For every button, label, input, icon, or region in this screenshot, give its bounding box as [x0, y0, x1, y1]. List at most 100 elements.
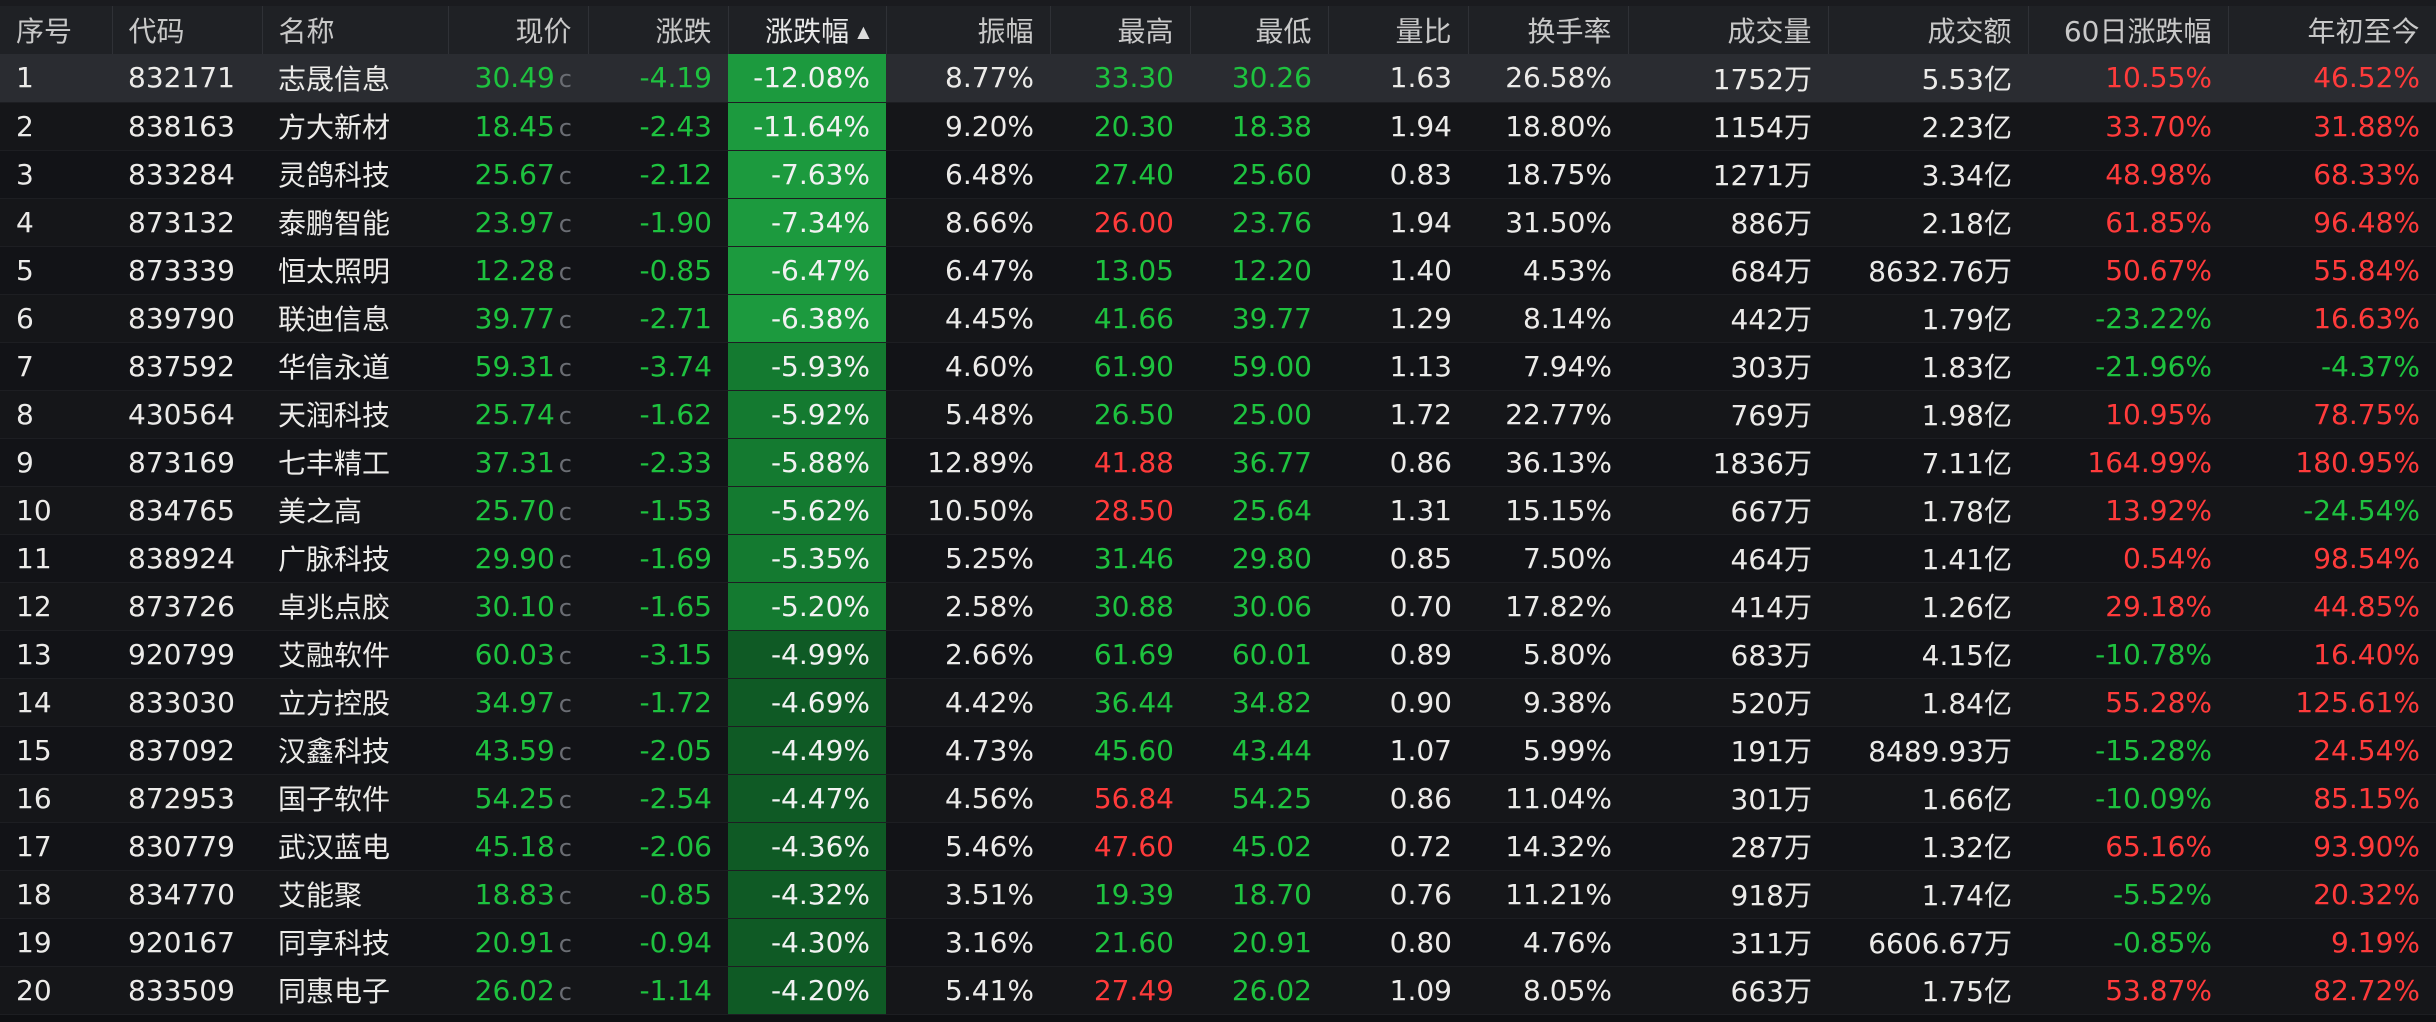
cell-volume-ratio-value: 0.72 — [1389, 829, 1452, 863]
cell-amplitude: 5.46% — [886, 822, 1050, 871]
column-header-change-pct[interactable]: 涨跌幅 ▲ — [728, 6, 887, 54]
cell-change-pct-value: -6.47% — [770, 253, 870, 287]
cell-change-value: -0.94 — [639, 925, 712, 959]
cell-low: 30.06 — [1190, 582, 1328, 631]
cell-code-value: 872953 — [128, 781, 235, 815]
cell-change-pct-value: -4.47% — [770, 781, 870, 815]
cell-high: 19.39 — [1050, 870, 1190, 919]
cell-code: 833030 — [112, 678, 262, 727]
table-row[interactable]: 19 920167 同享科技 20.91 c -0.94 -4.30% 3.16% 21.60 2… — [0, 918, 2436, 967]
price-suffix-mark: c — [558, 689, 572, 718]
column-header-ytd[interactable]: 年初至今 — [2228, 6, 2436, 54]
cell-change-pct-value: -4.49% — [770, 733, 870, 767]
cell-volume-ratio: 0.76 — [1328, 870, 1468, 919]
cell-amount-value: 6606.67万 — [1868, 927, 2012, 960]
cell-code-value: 873169 — [128, 445, 235, 479]
cell-change-value: -1.69 — [639, 541, 712, 575]
cell-code-value: 834765 — [128, 493, 235, 527]
price-suffix-mark: c — [558, 401, 572, 430]
cell-amplitude: 9.20% — [886, 102, 1050, 151]
cell-index: 14 — [0, 678, 112, 727]
cell-change-pct-value: -4.30% — [770, 925, 870, 959]
cell-60d-change-value: 50.67% — [2105, 253, 2212, 287]
table-row[interactable]: 18 834770 艾能聚 18.83 c -0.85 -4.32% 3.51% 19.39 18… — [0, 870, 2436, 919]
table-row[interactable]: 20 833509 同惠电子 26.02 c -1.14 -4.20% 5.41% 27.49 2… — [0, 966, 2436, 1015]
table-row[interactable]: 15 837092 汉鑫科技 43.59 c -2.05 -4.49% 4.73% 45.60 4… — [0, 726, 2436, 775]
table-row[interactable]: 13 920799 艾融软件 60.03 c -3.15 -4.99% 2.66% 61.69 6… — [0, 630, 2436, 679]
column-header-volume-ratio[interactable]: 量比 — [1328, 6, 1469, 54]
column-header-name[interactable]: 名称 — [262, 6, 449, 54]
cell-index-value: 11 — [16, 541, 52, 575]
column-header-amount[interactable]: 成交额 — [1828, 6, 2029, 54]
cell-change-pct: -4.47% — [728, 774, 886, 823]
cell-change-pct-value: -7.34% — [770, 205, 870, 239]
cell-name: 同惠电子 — [262, 966, 448, 1015]
table-row[interactable]: 7 837592 华信永道 59.31 c -3.74 -5.93% 4.60% 61.90 59… — [0, 342, 2436, 391]
table-row[interactable]: 10 834765 美之高 25.70 c -1.53 -5.62% 10.50% 28.50 2… — [0, 486, 2436, 535]
table-row[interactable]: 11 838924 广脉科技 29.90 c -1.69 -5.35% 5.25% 31.46 2… — [0, 534, 2436, 583]
cell-low-value: 29.80 — [1231, 541, 1312, 575]
column-header-low[interactable]: 最低 — [1190, 6, 1329, 54]
cell-change: -1.14 — [588, 966, 728, 1015]
cell-volume-value: 918万 — [1730, 879, 1812, 912]
cell-name: 泰鹏智能 — [262, 198, 448, 247]
cell-low-value: 45.02 — [1231, 829, 1312, 863]
cell-name-value: 武汉蓝电 — [278, 831, 391, 864]
cell-change: -2.71 — [588, 294, 728, 343]
cell-index: 13 — [0, 630, 112, 679]
table-row[interactable]: 1 832171 志晟信息 30.49 c -4.19 -12.08% 8.77% 33.30 3… — [0, 54, 2436, 103]
cell-volume-ratio: 0.70 — [1328, 582, 1468, 631]
table-row[interactable]: 9 873169 七丰精工 37.31 c -2.33 -5.88% 12.89% 41.88 3… — [0, 438, 2436, 487]
cell-low: 23.76 — [1190, 198, 1328, 247]
cell-turnover-value: 8.05% — [1523, 973, 1612, 1007]
table-row[interactable]: 14 833030 立方控股 34.97 c -1.72 -4.69% 4.42% 36.44 3… — [0, 678, 2436, 727]
column-header-60d-change[interactable]: 60日涨跌幅 — [2028, 6, 2229, 54]
cell-amplitude-value: 4.60% — [945, 349, 1034, 383]
column-header-index[interactable]: 序号 — [0, 6, 113, 54]
cell-volume-ratio: 1.29 — [1328, 294, 1468, 343]
cell-amount: 8489.93万 — [1828, 726, 2028, 775]
table-row[interactable]: 3 833284 灵鸽科技 25.67 c -2.12 -7.63% 6.48% 27.40 25… — [0, 150, 2436, 199]
cell-high: 30.88 — [1050, 582, 1190, 631]
table-row[interactable]: 8 430564 天润科技 25.74 c -1.62 -5.92% 5.48% 26.50 25… — [0, 390, 2436, 439]
cell-volume-ratio: 0.80 — [1328, 918, 1468, 967]
cell-high-value: 28.50 — [1093, 493, 1174, 527]
cell-low: 34.82 — [1190, 678, 1328, 727]
cell-low: 45.02 — [1190, 822, 1328, 871]
cell-60d-change-value: 55.28% — [2105, 685, 2212, 719]
cell-volume-ratio-value: 1.09 — [1389, 973, 1452, 1007]
cell-change-value: -1.53 — [639, 493, 712, 527]
cell-volume-ratio-value: 1.13 — [1389, 349, 1452, 383]
column-header-turnover[interactable]: 换手率 — [1468, 6, 1629, 54]
cell-code: 834765 — [112, 486, 262, 535]
cell-high-value: 36.44 — [1093, 685, 1174, 719]
cell-low: 54.25 — [1190, 774, 1328, 823]
cell-ytd: -4.37% — [2228, 342, 2436, 391]
price-suffix-mark: c — [558, 113, 572, 142]
cell-turnover: 31.50% — [1468, 198, 1628, 247]
column-header-change[interactable]: 涨跌 — [588, 6, 729, 54]
table-row[interactable]: 4 873132 泰鹏智能 23.97 c -1.90 -7.34% 8.66% 26.00 23… — [0, 198, 2436, 247]
cell-ytd: 180.95% — [2228, 438, 2436, 487]
cell-60d-change-value: 65.16% — [2105, 829, 2212, 863]
column-header-volume[interactable]: 成交量 — [1628, 6, 1829, 54]
column-header-amplitude[interactable]: 振幅 — [886, 6, 1051, 54]
cell-volume-ratio: 1.72 — [1328, 390, 1468, 439]
table-row[interactable]: 16 872953 国子软件 54.25 c -2.54 -4.47% 4.56% 56.84 5… — [0, 774, 2436, 823]
column-header-price[interactable]: 现价 — [448, 6, 589, 54]
table-row[interactable]: 17 830779 武汉蓝电 45.18 c -2.06 -4.36% 5.46% 47.60 4… — [0, 822, 2436, 871]
column-header-high[interactable]: 最高 — [1050, 6, 1191, 54]
table-row[interactable]: 5 873339 恒太照明 12.28 c -0.85 -6.47% 6.47% 13.05 12… — [0, 246, 2436, 295]
cell-low: 18.38 — [1190, 102, 1328, 151]
cell-name-value: 汉鑫科技 — [278, 735, 391, 768]
table-row[interactable]: 6 839790 联迪信息 39.77 c -2.71 -6.38% 4.45% 41.66 39… — [0, 294, 2436, 343]
sort-ascending-icon: ▲ — [857, 22, 870, 41]
table-row[interactable]: 2 838163 方大新材 18.45 c -2.43 -11.64% 9.20% 20.30 1… — [0, 102, 2436, 151]
cell-change-value: -2.33 — [639, 445, 712, 479]
column-header-code[interactable]: 代码 — [112, 6, 263, 54]
cell-turnover-value: 18.75% — [1505, 157, 1612, 191]
cell-change-pct: -5.92% — [728, 390, 886, 439]
cell-amount-value: 1.66亿 — [1921, 783, 2012, 816]
cell-turnover-value: 31.50% — [1505, 205, 1612, 239]
table-row[interactable]: 12 873726 卓兆点胶 30.10 c -1.65 -5.20% 2.58% 30.88 3… — [0, 582, 2436, 631]
